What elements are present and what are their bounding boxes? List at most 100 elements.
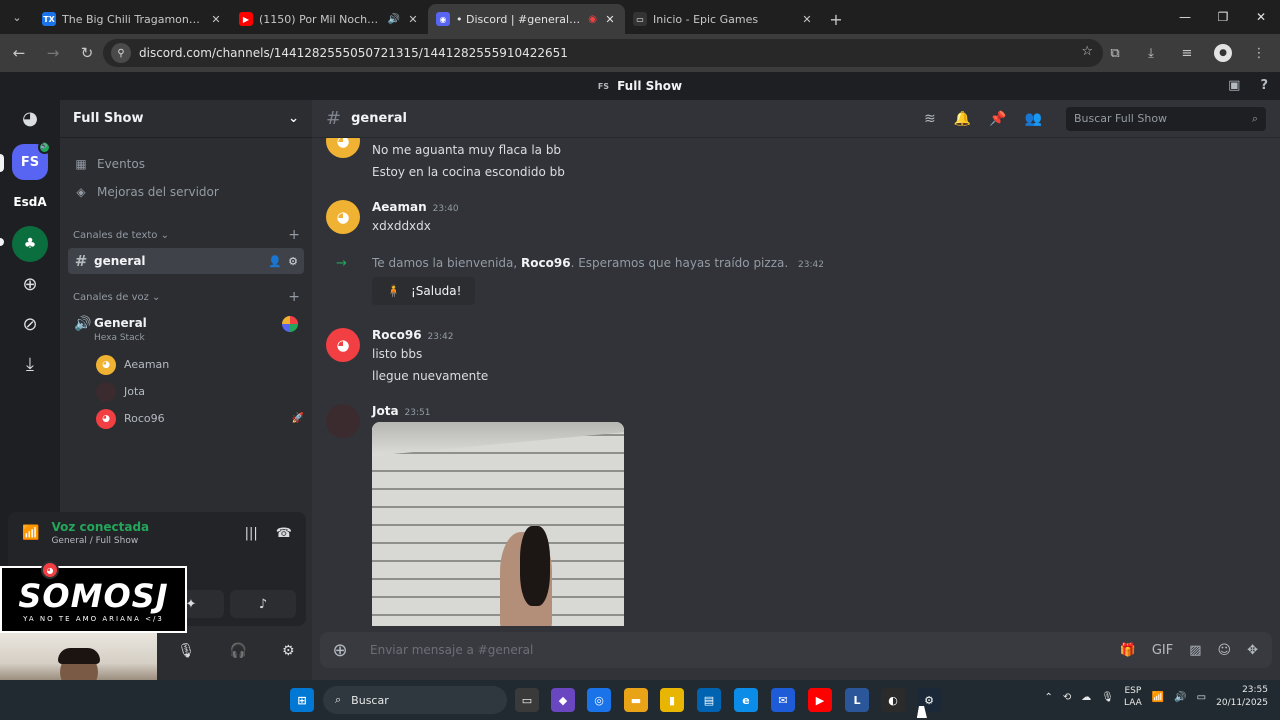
avatar[interactable]: ◕ (326, 138, 360, 158)
invite-icon[interactable]: 👤 (268, 255, 282, 268)
close-tab-icon[interactable]: ✕ (800, 13, 814, 26)
voice-location[interactable]: General / Full Show (51, 536, 149, 546)
sync-icon[interactable]: ⟲ (1063, 692, 1071, 703)
file-explorer-icon[interactable]: ▬ (624, 688, 648, 712)
download-apps-icon[interactable]: ⤓ (12, 346, 48, 382)
server-full-show[interactable]: FS 🔊 (12, 141, 51, 180)
help-icon[interactable]: ? (1260, 78, 1268, 93)
soundboard-button[interactable]: ♪ (230, 590, 296, 618)
avatar[interactable]: ◕ (326, 200, 360, 234)
activity-icon[interactable] (282, 316, 298, 332)
speaker-icon[interactable]: 🔊 (388, 14, 400, 25)
new-tab-button[interactable]: + (822, 4, 850, 34)
site-info-icon[interactable]: ⚲ (111, 43, 131, 63)
voice-user[interactable]: ◕ Aeaman (96, 351, 304, 378)
headphones-icon[interactable]: 🎧 (230, 643, 247, 659)
tab-epic-games[interactable]: ▭ Inicio - Epic Games ✕ (625, 4, 822, 34)
wave-button[interactable]: 🧍 ¡Saluda! (372, 277, 476, 305)
tab-discord[interactable]: ◉ • Discord | #general | Full Sh... ◉ ✕ (428, 4, 625, 34)
charts-app-icon[interactable]: ▮ (660, 688, 684, 712)
channel-general[interactable]: # general 👤 ⚙ (68, 248, 304, 274)
recording-icon[interactable]: ◉ (588, 14, 597, 25)
sidebar-item-boosts[interactable]: ◈ Mejoras del servidor (60, 178, 312, 206)
reload-icon[interactable]: ↻ (72, 38, 102, 68)
youtube-icon[interactable]: ▶ (808, 688, 832, 712)
restore-icon[interactable]: ❐ (1204, 0, 1242, 34)
gear-icon[interactable]: ⚙ (288, 255, 298, 268)
microphone-icon[interactable]: 🎙 (1101, 692, 1114, 703)
discord-home-icon[interactable]: ◕ (12, 100, 48, 136)
tab-search-button[interactable]: ⌄ (0, 0, 34, 34)
close-tab-icon[interactable]: ✕ (209, 13, 223, 26)
media-control-icon[interactable]: ≡ (1172, 38, 1202, 68)
avatar[interactable] (326, 404, 360, 438)
copilot-icon[interactable]: ◆ (551, 688, 575, 712)
add-channel-icon[interactable]: + (288, 227, 300, 243)
pin-icon[interactable]: 📌 (989, 111, 1006, 127)
noise-suppression-icon[interactable]: ||| (245, 526, 258, 541)
cloud-icon[interactable]: ☁ (1081, 692, 1091, 703)
task-view-icon[interactable]: ▭ (515, 688, 539, 712)
clock[interactable]: 23:55 20/11/2025 (1216, 684, 1268, 710)
gift-icon[interactable]: 🎁 (1120, 643, 1136, 658)
address-bar[interactable]: ⚲ discord.com/channels/14412825550507213… (103, 39, 1103, 67)
sticker-icon[interactable]: ▨ (1189, 643, 1201, 658)
disconnect-icon[interactable]: ☎ (276, 526, 292, 541)
signal-icon[interactable]: 📶 (22, 525, 39, 541)
forward-icon[interactable]: → (38, 38, 68, 68)
profile-avatar[interactable]: ● (1214, 44, 1232, 62)
chevron-up-icon[interactable]: ⌃ (1044, 692, 1052, 703)
voice-status[interactable]: Voz conectada (51, 520, 149, 534)
threads-icon[interactable]: ≋ (924, 111, 936, 127)
download-icon[interactable]: ⤓ (1136, 38, 1166, 68)
apps-icon[interactable]: ✥ (1247, 643, 1258, 658)
battery-icon[interactable]: ▭ (1197, 692, 1206, 703)
add-channel-icon[interactable]: + (288, 289, 300, 305)
server-esda[interactable]: EsdA (12, 184, 48, 220)
l-app-icon[interactable]: L (845, 688, 869, 712)
message-list[interactable]: ◕ No me aguanta muy flaca la bb Estoy en… (312, 138, 1280, 626)
text-channels-category[interactable]: Canales de texto ⌄ + (60, 222, 312, 248)
microphone-icon[interactable]: 🎙 (177, 643, 195, 659)
tab-youtube[interactable]: ▶ (1150) Por Mil Noches - Airb... 🔊 ✕ (231, 4, 428, 34)
menu-kebab-icon[interactable]: ⋮ (1244, 38, 1274, 68)
extensions-icon[interactable]: ⧉ (1100, 38, 1130, 68)
store-icon[interactable]: ▤ (697, 688, 721, 712)
language-indicator[interactable]: ESP LAA (1124, 685, 1142, 709)
user-settings-gear-icon[interactable]: ⚙ (282, 643, 295, 659)
message-input[interactable] (370, 643, 1120, 657)
join-user[interactable]: Roco96 (521, 256, 571, 270)
mail-icon[interactable]: ✉ (771, 688, 795, 712)
voice-channel-general[interactable]: 🔊 General Hexa Stack (68, 310, 304, 343)
message-author[interactable]: Jota (372, 404, 399, 418)
discover-icon[interactable]: ⊘ (12, 306, 48, 342)
message-author[interactable]: Roco96 (372, 328, 422, 342)
close-window-icon[interactable]: ✕ (1242, 0, 1280, 34)
emoji-icon[interactable]: ☺ (1218, 643, 1232, 658)
message-author[interactable]: Aeaman (372, 200, 427, 214)
image-attachment[interactable] (372, 422, 624, 626)
voice-user[interactable]: ◕ Roco96 🚀 (96, 405, 304, 432)
server-image-icon[interactable]: ♣ (12, 226, 48, 262)
wifi-icon[interactable]: 📶 (1152, 692, 1164, 703)
close-tab-icon[interactable]: ✕ (406, 13, 420, 26)
bookmark-star-icon[interactable]: ☆ (1081, 44, 1093, 59)
inbox-icon[interactable]: ▣ (1228, 78, 1240, 93)
gif-icon[interactable]: GIF (1152, 643, 1173, 658)
tab-big-chili[interactable]: TX The Big Chili Tragamonedas | 1... ✕ (34, 4, 231, 34)
close-tab-icon[interactable]: ✕ (603, 13, 617, 26)
search-input[interactable]: Buscar Full Show ⌕ (1066, 106, 1266, 131)
member-list-icon[interactable]: 👥 (1025, 111, 1042, 127)
back-icon[interactable]: ← (4, 38, 34, 68)
chrome-icon[interactable]: ◎ (587, 688, 611, 712)
voice-user[interactable]: Jota (96, 378, 304, 405)
voice-channels-category[interactable]: Canales de voz ⌄ + (60, 284, 312, 310)
url-text[interactable]: discord.com/channels/1441282555050721315… (139, 46, 568, 60)
sidebar-item-events[interactable]: ▦ Eventos (60, 150, 312, 178)
volume-icon[interactable]: 🔊 (1174, 692, 1186, 703)
bell-icon[interactable]: 🔔 (954, 111, 971, 127)
taskbar-search[interactable]: ⌕ Buscar (323, 686, 507, 714)
server-header[interactable]: Full Show ⌄ (60, 100, 312, 138)
add-server-icon[interactable]: ⊕ (12, 266, 48, 302)
minimize-icon[interactable]: — (1166, 0, 1204, 34)
